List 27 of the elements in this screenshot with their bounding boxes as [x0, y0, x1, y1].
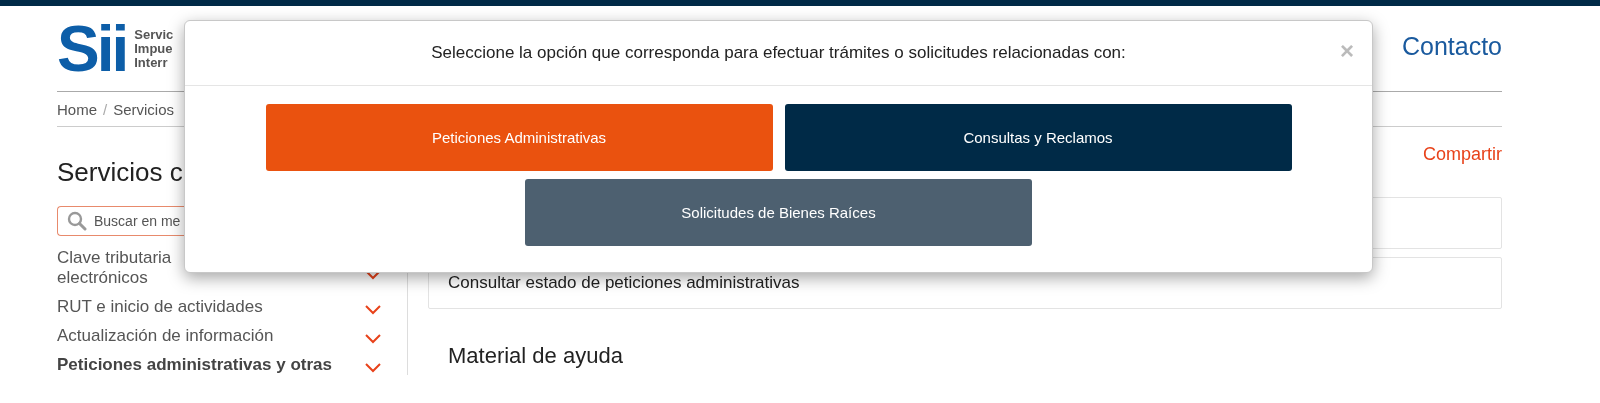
- breadcrumb-link[interactable]: Servicios: [113, 100, 175, 118]
- modal-title: Seleccione la opción que corresponda para efectuar trámites o solicitudes relacionadas con:: [431, 43, 1126, 63]
- sidebar-item-label[interactable]: RUT e inicio de actividades: [57, 297, 263, 317]
- sidebar-item-label[interactable]: Clave tributaria: [57, 248, 172, 268]
- option-button[interactable]: Peticiones Administrativas: [265, 104, 773, 171]
- chevron-down-icon[interactable]: [365, 270, 381, 280]
- sidebar-item-label[interactable]: Actualización de información: [57, 326, 274, 346]
- chevron-down-icon[interactable]: [365, 334, 381, 344]
- option-button[interactable]: Solicitudes de Bienes Raíces: [525, 179, 1032, 246]
- section-title: Material de ayuda: [448, 343, 624, 369]
- row-link[interactable]: Consultar estado de peticiones administrativas: [448, 273, 800, 293]
- option-button[interactable]: Consultas y Reclamos: [784, 104, 1292, 171]
- breadcrumb-link[interactable]: Home: [57, 100, 97, 118]
- chevron-down-icon[interactable]: [365, 363, 381, 373]
- chevron-down-icon[interactable]: [365, 305, 381, 315]
- logo-caption: Servic: [134, 28, 174, 42]
- sidebar-title: Servicios c: [57, 157, 184, 188]
- search-field[interactable]: Buscar en me: [57, 206, 184, 236]
- search-icon: [67, 211, 87, 231]
- sidebar-item-label[interactable]: electrónicos: [57, 268, 172, 288]
- breadcrumb-separator: /: [103, 100, 108, 118]
- share-link[interactable]: Compartir: [1423, 144, 1502, 165]
- logo[interactable]: Sii: [57, 18, 127, 80]
- sidebar-item-label[interactable]: Peticiones administrativas y otras: [57, 355, 332, 375]
- contact-link[interactable]: Contacto: [1401, 32, 1502, 61]
- logo-caption: Impue: [134, 42, 174, 56]
- logo-caption: Interr: [134, 56, 168, 70]
